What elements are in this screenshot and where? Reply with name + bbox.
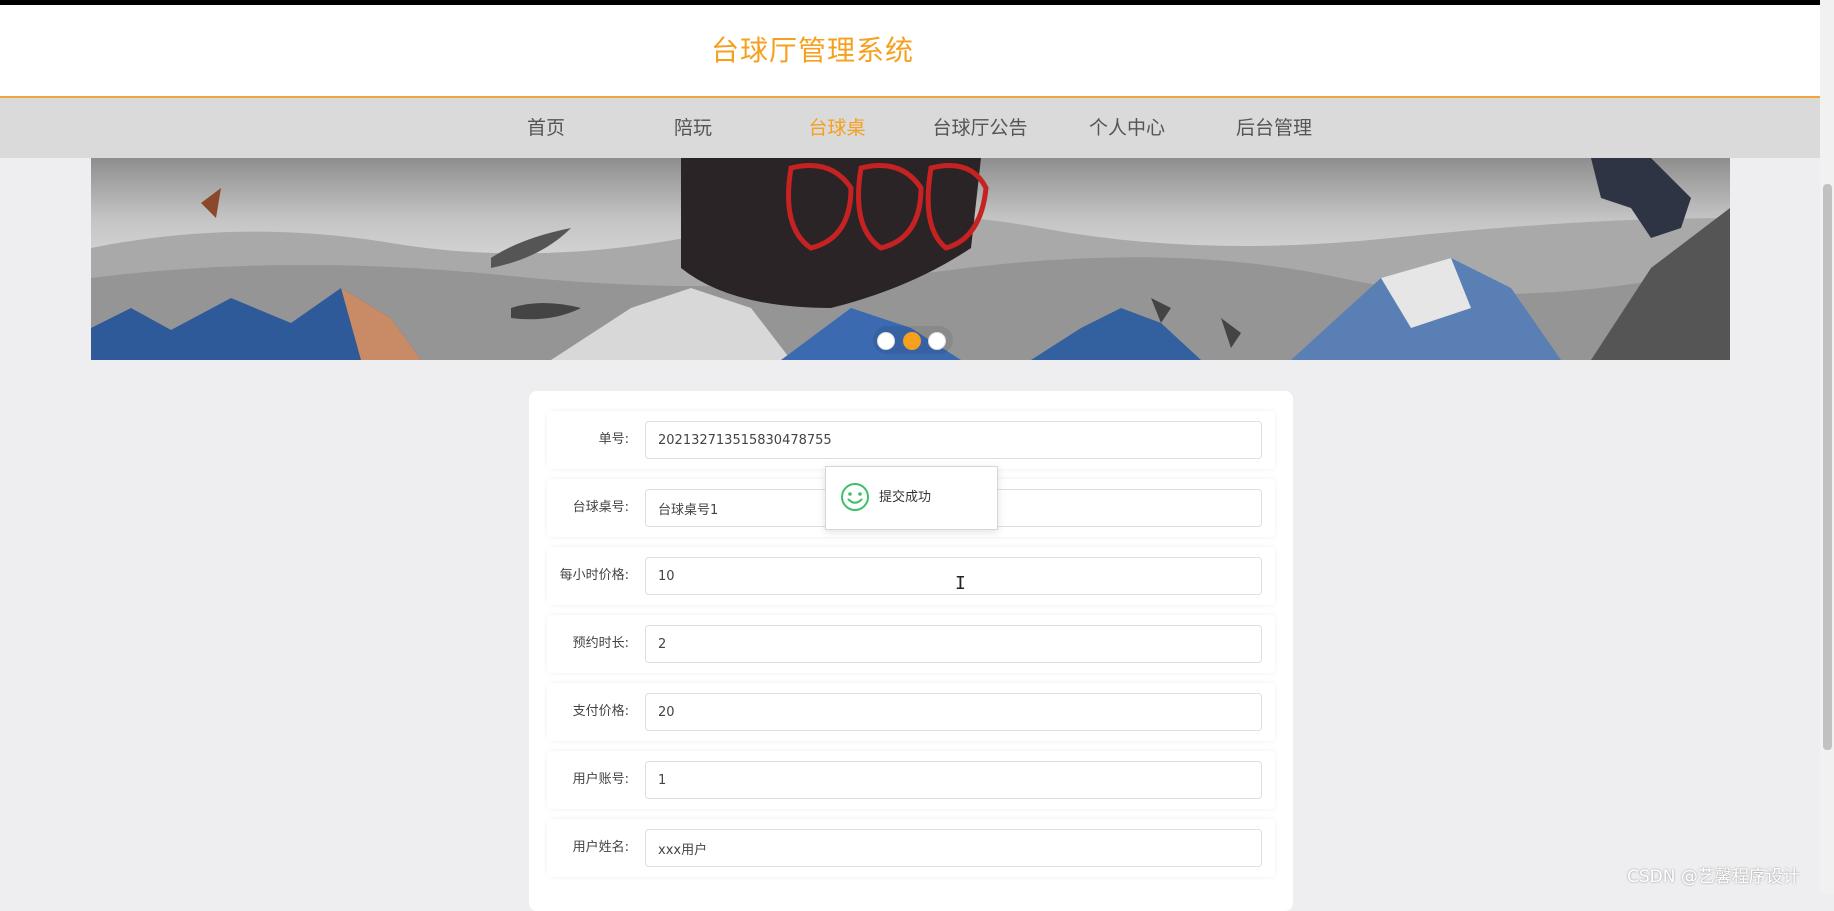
user-account-label: 用户账号: bbox=[572, 772, 629, 787]
banner-carousel[interactable] bbox=[91, 158, 1730, 360]
main-nav: 首页 陪玩 台球桌 台球厅公告 个人中心 后台管理 bbox=[0, 98, 1820, 158]
user-account-input[interactable] bbox=[645, 761, 1262, 799]
duration-label: 预约时长: bbox=[572, 636, 629, 651]
carousel-dot-2[interactable] bbox=[903, 332, 921, 350]
toast-message: 提交成功 bbox=[879, 490, 932, 505]
success-toast: 提交成功 bbox=[825, 466, 998, 530]
user-name-label: 用户姓名: bbox=[572, 840, 629, 855]
carousel-dot-1[interactable] bbox=[877, 332, 895, 350]
scrollbar-thumb[interactable] bbox=[1823, 184, 1832, 750]
form-row-order-number: 单号: bbox=[547, 411, 1275, 469]
duration-input[interactable] bbox=[645, 625, 1262, 663]
nav-item-companion[interactable]: 陪玩 bbox=[620, 98, 766, 158]
table-number-label: 台球桌号: bbox=[572, 500, 629, 515]
nav-item-home[interactable]: 首页 bbox=[473, 98, 619, 158]
carousel-dot-3[interactable] bbox=[928, 332, 946, 350]
text-cursor-icon: I bbox=[955, 573, 966, 594]
form-row-hourly-price: 每小时价格: bbox=[547, 547, 1275, 605]
form-row-duration: 预约时长: bbox=[547, 615, 1275, 673]
nav-item-personal-center[interactable]: 个人中心 bbox=[1054, 98, 1200, 158]
nav-item-billiard-table[interactable]: 台球桌 bbox=[764, 98, 910, 158]
site-title: 台球厅管理系统 bbox=[711, 34, 915, 67]
order-number-label: 单号: bbox=[598, 432, 629, 447]
user-name-input[interactable] bbox=[645, 829, 1262, 867]
payment-price-label: 支付价格: bbox=[572, 704, 629, 719]
form-row-user-account: 用户账号: bbox=[547, 751, 1275, 809]
nav-item-admin[interactable]: 后台管理 bbox=[1201, 98, 1347, 158]
watermark: CSDN @艺馨程序设计 bbox=[1627, 867, 1800, 887]
carousel-indicators bbox=[873, 326, 953, 354]
order-number-input[interactable] bbox=[645, 421, 1262, 459]
smile-icon bbox=[841, 483, 869, 511]
hourly-price-input[interactable] bbox=[645, 557, 1262, 595]
payment-price-input[interactable] bbox=[645, 693, 1262, 731]
hourly-price-label: 每小时价格: bbox=[559, 568, 629, 583]
form-row-user-name: 用户姓名: bbox=[547, 819, 1275, 877]
site-header: 台球厅管理系统 bbox=[0, 5, 1820, 98]
nav-item-announcements[interactable]: 台球厅公告 bbox=[907, 98, 1053, 158]
form-row-payment-price: 支付价格: bbox=[547, 683, 1275, 741]
